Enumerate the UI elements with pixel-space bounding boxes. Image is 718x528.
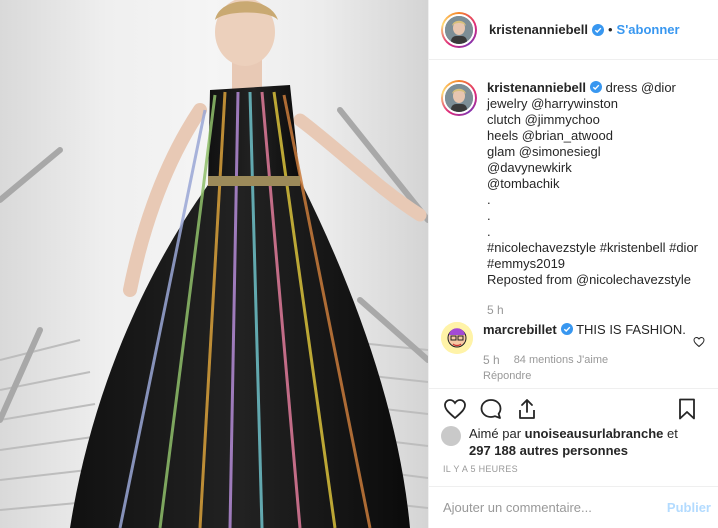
cartoon-avatar-icon — [441, 322, 473, 354]
caption-line: . — [487, 224, 491, 239]
comment-like-count[interactable]: 84 mentions J'aime — [514, 352, 608, 368]
caption-text: kristenanniebell dress @dior jewelry @ha… — [487, 80, 698, 318]
photo-illustration — [0, 0, 428, 528]
share-upload-icon[interactable] — [515, 397, 539, 421]
avatar-portrait-icon — [445, 15, 473, 44]
verified-badge-icon — [589, 81, 602, 93]
caption-author[interactable]: kristenanniebell — [487, 80, 586, 95]
caption-line: . — [487, 208, 491, 223]
author-username[interactable]: kristenanniebell — [489, 22, 588, 37]
comment-body: marcrebillet THIS IS FASHION. 5 h 84 men… — [483, 322, 686, 384]
caption-line: heels @brian_atwood — [487, 128, 613, 143]
caption-line: . — [487, 192, 491, 207]
caption-time[interactable]: 5 h — [487, 302, 698, 318]
post-actions — [429, 388, 718, 428]
caption-line: clutch @jimmychoo — [487, 112, 600, 127]
publish-button[interactable]: Publier — [667, 500, 711, 515]
verified-badge-icon — [560, 323, 573, 335]
likes-count[interactable]: 297 188 autres personnes — [469, 443, 628, 458]
caption-line: Reposted from @nicolechavezstyle — [487, 272, 691, 287]
likes-prefix: Aimé par — [469, 426, 522, 441]
add-comment-bar: Publier — [429, 486, 718, 528]
comment-like-heart-icon[interactable] — [693, 336, 705, 348]
liker-username[interactable]: unoiseausurlabranche — [525, 426, 664, 441]
header-separator: • — [607, 22, 613, 37]
comment-text: THIS IS FASHION. — [576, 322, 686, 337]
comment-input[interactable] — [443, 500, 643, 515]
comment-bubble-icon[interactable] — [479, 397, 503, 421]
post-header: kristenanniebell • S'abonner — [429, 0, 718, 60]
post-side-panel: kristenanniebell • S'abonner kristenanni… — [428, 0, 718, 528]
caption-line: dress @dior — [605, 80, 676, 95]
post-caption: kristenanniebell dress @dior jewelry @ha… — [441, 80, 711, 318]
avatar-portrait-icon — [445, 84, 473, 112]
author-avatar[interactable] — [441, 11, 477, 48]
comment-time[interactable]: 5 h — [483, 352, 500, 368]
comment-item: marcrebillet THIS IS FASHION. 5 h 84 men… — [441, 322, 711, 384]
bookmark-icon[interactable] — [675, 397, 699, 421]
commenter-avatar[interactable] — [441, 322, 473, 354]
caption-line: @tombachik — [487, 176, 560, 191]
caption-line: @davynewkirk — [487, 160, 572, 175]
caption-line: glam @simonesiegl — [487, 144, 601, 159]
post-timestamp[interactable]: IL Y A 5 HEURES — [443, 464, 518, 474]
post-photo[interactable] — [0, 0, 428, 528]
caption-avatar[interactable] — [441, 80, 477, 116]
follow-button[interactable]: S'abonner — [617, 22, 680, 37]
reply-button[interactable]: Répondre — [483, 368, 686, 384]
caption-line: #emmys2019 — [487, 256, 566, 271]
likes-summary: Aimé par unoiseausurlabranche et 297 188… — [441, 425, 711, 459]
caption-line: jewelry @harrywinston — [487, 96, 618, 111]
commenter-username[interactable]: marcrebillet — [483, 322, 557, 337]
like-heart-icon[interactable] — [443, 397, 467, 421]
liker-avatar[interactable] — [441, 426, 461, 446]
likes-connector: et — [667, 426, 678, 441]
verified-badge-icon — [591, 23, 604, 36]
caption-line: #nicolechavezstyle #kristenbell #dior — [487, 240, 699, 255]
